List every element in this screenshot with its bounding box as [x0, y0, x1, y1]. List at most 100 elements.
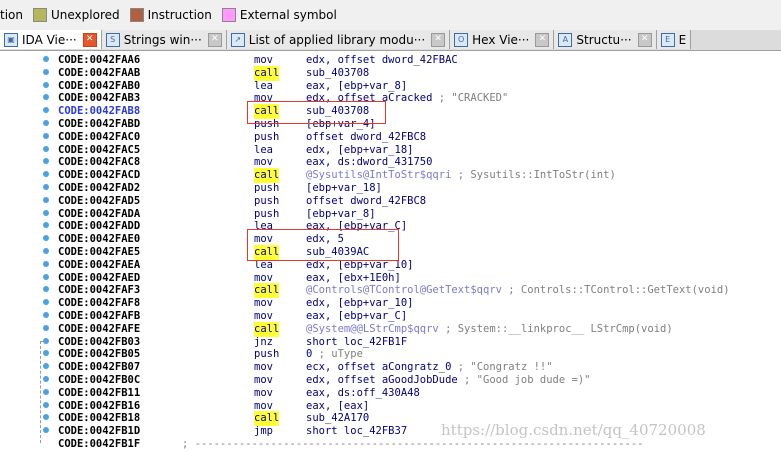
tab-hex-view[interactable]: O Hex Vie··· ✕ — [450, 30, 555, 49]
line-bullet-icon — [43, 401, 49, 408]
operand[interactable]: eax, [ebx+1E0h] — [306, 272, 401, 284]
operand[interactable]: sub_42A170 — [306, 412, 369, 424]
annotation-box — [247, 229, 399, 261]
line-bullet-icon — [43, 414, 49, 421]
operand[interactable]: edx, offset dword_42FBAC — [306, 54, 458, 66]
operand[interactable]: [ebp+var_8] — [306, 208, 376, 220]
tab-label: List of applied library modu··· — [248, 32, 426, 47]
close-tab-icon[interactable]: ✕ — [637, 32, 652, 47]
operand[interactable]: eax, [eax] — [306, 400, 369, 412]
tab-library[interactable]: ↗ List of applied library modu··· ✕ — [226, 30, 451, 49]
close-tab-icon[interactable]: ✕ — [535, 32, 550, 47]
tab-label: IDA Vie··· — [22, 32, 77, 47]
operand[interactable]: eax, [ebp+var_C] — [306, 310, 407, 322]
legend-label: External symbol — [239, 8, 337, 22]
operand[interactable]: eax, ds:dword_431750 — [306, 156, 432, 168]
operand[interactable]: offset dword_42FBC8 — [306, 131, 426, 143]
operand[interactable]: edx, [ebp+var_18] — [306, 144, 413, 156]
line-bullet-icon — [43, 56, 49, 62]
comment: ; Sysutils::IntToStr(int) — [451, 169, 616, 182]
comment: ; "Congratz !!" — [451, 361, 553, 374]
ida-view-icon: ▣ — [4, 32, 18, 47]
color-legend-bar: tion Unexplored Instruction External symbol — [0, 0, 781, 30]
legend-swatch — [33, 8, 47, 22]
operand[interactable]: eax, [ebp+var_8] — [306, 80, 407, 92]
line-bullet-icon — [43, 286, 49, 293]
line-bullet-icon — [43, 235, 49, 242]
line-bullet-icon — [43, 94, 49, 101]
comment: ; System::__linkproc__ LStrCmp(void) — [438, 322, 673, 335]
line-bullet-icon — [43, 171, 49, 178]
line-bullet-icon — [43, 324, 49, 331]
close-tab-icon[interactable]: ✕ — [431, 32, 446, 47]
operand[interactable]: [ebp+var_18] — [306, 182, 382, 194]
flow-arrow — [40, 340, 44, 343]
flow-gutter — [0, 51, 56, 451]
line-bullet-icon — [43, 209, 49, 216]
tab-ida-view[interactable]: ▣ IDA Vie··· ✕ — [0, 30, 102, 49]
line-bullet-icon — [43, 427, 49, 434]
line-bullet-icon — [43, 388, 49, 395]
line-bullet-icon — [43, 120, 49, 126]
operand[interactable]: @Controls@TControl@GetText$qqrv — [306, 284, 502, 296]
operand[interactable]: edx, offset aGoodJobDude — [306, 374, 458, 386]
line-bullet-icon — [43, 350, 49, 357]
legend-swatch — [129, 8, 144, 22]
operand[interactable]: edx, [ebp+var_10] — [306, 297, 413, 309]
operand[interactable]: short loc_42FB37 — [306, 425, 407, 437]
tab-label: Hex Vie··· — [472, 32, 530, 47]
legend-item: External symbol — [216, 8, 337, 22]
line-bullet-icon — [43, 68, 49, 75]
line-bullet-icon — [43, 184, 49, 190]
line-bullet-icon — [43, 196, 49, 203]
operand[interactable]: short loc_42FB1F — [306, 336, 407, 348]
close-tab-icon[interactable]: ✕ — [207, 32, 222, 47]
library-icon: ↗ — [230, 32, 245, 47]
comment: ; "CRACKED" — [432, 92, 509, 105]
line-bullet-icon — [43, 81, 49, 88]
structures-icon: A — [558, 32, 573, 47]
tab-label: E — [678, 32, 687, 47]
operand[interactable]: @Sysutils@IntToStr$qqri — [306, 169, 451, 181]
line-bullet-icon — [43, 376, 49, 382]
comment: ; uType — [312, 348, 363, 361]
operand[interactable]: sub_403708 — [306, 67, 369, 79]
address: CODE:0042FB1F — [58, 438, 141, 450]
line-bullet-icon — [43, 145, 49, 152]
enums-icon: E — [660, 32, 675, 47]
line-bullet-icon — [43, 248, 49, 254]
comment: ; Controls::TControl::GetText(void) — [501, 284, 730, 297]
strings-icon: S — [105, 32, 120, 47]
tab-structures[interactable]: A Structu··· ✕ — [554, 30, 657, 49]
operand[interactable]: ; --------------------------------------… — [182, 438, 643, 450]
annotation-box — [247, 101, 386, 124]
operand[interactable]: @System@@LStrCmp$qqrv — [306, 323, 439, 335]
tab-bar: ▣ IDA Vie··· ✕ S Strings win··· ✕ ↗ List of app… — [0, 30, 781, 51]
legend-item: tion — [0, 8, 23, 22]
line-bullet-icon — [43, 260, 49, 267]
legend-item: Unexplored — [27, 8, 120, 22]
line-bullet-icon — [43, 363, 49, 370]
tab-enums[interactable]: EE — [656, 30, 692, 49]
watermark: https://blog.csdn.net/qq_40720008 — [441, 421, 706, 439]
line-bullet-icon — [43, 299, 49, 306]
tab-strings[interactable]: S Strings win··· ✕ — [101, 30, 227, 49]
tab-label: Strings win··· — [123, 32, 202, 47]
legend-item: Instruction — [124, 8, 212, 22]
line-bullet-icon — [43, 132, 49, 139]
legend-swatch — [221, 8, 236, 22]
operand[interactable]: ecx, offset aCongratz_0 — [306, 361, 451, 373]
legend-label: Unexplored — [51, 8, 120, 22]
line-bullet-icon — [43, 312, 49, 318]
tab-label: Structu··· — [576, 32, 632, 47]
hex-view-icon: O — [454, 32, 469, 47]
legend-label: Instruction — [147, 8, 212, 22]
line-bullet-icon — [43, 158, 49, 165]
comment: ; "Good job dude =)" — [457, 374, 591, 386]
line-bullet-icon — [43, 273, 49, 280]
close-tab-icon[interactable]: ✕ — [82, 32, 97, 47]
operand[interactable]: eax, ds:off_430A48 — [306, 387, 420, 399]
flow-line — [40, 340, 42, 443]
line-bullet-icon — [43, 222, 49, 229]
operand[interactable]: offset dword_42FBC8 — [306, 195, 426, 207]
